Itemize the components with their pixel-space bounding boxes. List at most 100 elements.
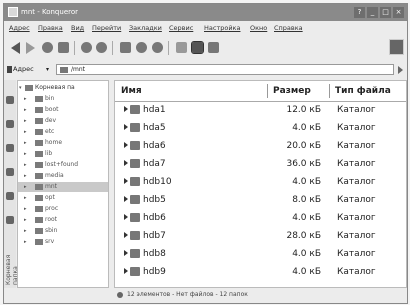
expand-icon[interactable]: ▸ [24,107,27,113]
home-icon[interactable] [58,42,69,53]
file-row[interactable]: hdb5 8.0 кБ Каталог [115,192,406,210]
column-divider[interactable] [267,84,268,98]
konqueror-window: mnt - Konqueror ? _ □ × Адрес Правка Вид… [3,3,408,304]
tree-item[interactable]: ▸ etc [18,127,108,137]
column-type[interactable]: Тип файла [335,86,391,96]
expand-icon[interactable]: ▸ [24,206,27,212]
column-divider[interactable] [329,84,330,98]
file-row[interactable]: hdb8 4.0 кБ Каталог [115,246,406,264]
services-icon[interactable] [6,168,14,176]
file-row[interactable]: hdb9 4.0 кБ Каталог [115,264,406,282]
expand-icon[interactable]: ▸ [24,239,27,245]
close-button[interactable]: × [393,7,404,18]
expand-arrow-icon[interactable] [124,178,128,184]
media-icon[interactable] [6,216,14,224]
menu-bookmarks[interactable]: Закладки [129,24,162,32]
zoom-out-icon[interactable] [152,42,163,53]
tree-item-selected[interactable]: ▸ mnt [18,182,108,192]
file-name: hda7 [143,159,166,169]
file-row[interactable]: hdb10 4.0 кБ Каталог [115,174,406,192]
up-arrow-icon[interactable] [42,42,53,53]
tree-item[interactable]: ▸ dev [18,116,108,126]
maximize-button[interactable]: □ [380,7,391,18]
expand-icon[interactable]: ▸ [24,129,27,135]
expand-icon[interactable]: ▸ [24,162,27,168]
tree-item[interactable]: ▸ proc [18,204,108,214]
expand-arrow-icon[interactable] [124,214,128,220]
app-icon[interactable] [8,7,18,17]
address-dropdown-icon[interactable]: ▾ [46,66,49,73]
menu-settings[interactable]: Настройка [204,24,240,32]
tree-item[interactable]: ▸ root [18,215,108,225]
expand-icon[interactable]: ▸ [24,118,27,124]
expand-icon[interactable]: ▸ [24,217,27,223]
minimize-button[interactable]: _ [367,7,378,18]
column-size[interactable]: Размер [273,86,311,96]
expand-arrow-icon[interactable] [124,160,128,166]
file-row[interactable]: hda7 36.0 кБ Каталог [115,156,406,174]
expand-icon[interactable]: ▸ [24,173,27,179]
file-row[interactable]: hdb6 4.0 кБ Каталог [115,210,406,228]
tree-item[interactable]: ▸ lost+found [18,160,108,170]
help-button[interactable]: ? [354,7,365,18]
menu-help[interactable]: Справка [274,24,303,32]
tree-item[interactable]: ▸ bin [18,94,108,104]
reload-icon[interactable] [81,42,92,53]
expand-arrow-icon[interactable] [124,106,128,112]
expand-icon[interactable]: ▸ [24,140,27,146]
stop-icon[interactable] [96,42,107,53]
expand-arrow-icon[interactable] [124,196,128,202]
expand-arrow-icon[interactable] [124,268,128,274]
title-bar[interactable]: mnt - Konqueror ? _ □ × [4,4,407,21]
bookmarks-icon[interactable] [6,120,14,128]
tree-item[interactable]: ▸ boot [18,105,108,115]
expand-arrow-icon[interactable] [124,124,128,130]
menu-go[interactable]: Перейти [92,24,121,32]
expand-icon[interactable]: ▸ [24,184,27,190]
delete-icon[interactable] [120,42,131,53]
back-arrow-icon[interactable] [11,42,20,54]
file-row[interactable]: hda6 20.0 кБ Каталог [115,138,406,156]
tree-item-root[interactable]: ▾ Корневая па [18,83,108,93]
tree-item[interactable]: ▸ home [18,138,108,148]
tree-item-label: root [45,216,58,223]
expand-arrow-icon[interactable] [124,232,128,238]
expand-icon[interactable]: ▸ [24,228,27,234]
column-name[interactable]: Имя [121,86,142,96]
settings-icon[interactable] [208,42,219,53]
sidebar-tab-root[interactable]: Корневая папка [5,245,19,285]
collapse-icon[interactable]: ▾ [19,85,22,91]
file-row[interactable]: hda5 4.0 кБ Каталог [115,120,406,138]
tree-item[interactable]: ▸ lib [18,149,108,159]
tree-item[interactable]: ▸ srv [18,237,108,247]
tree-item[interactable]: ▸ media [18,171,108,181]
file-name: hdb5 [143,195,166,205]
view-details-icon[interactable] [191,41,204,54]
menu-view[interactable]: Вид [71,24,84,32]
expand-arrow-icon[interactable] [124,142,128,148]
expand-icon[interactable]: ▸ [24,151,27,157]
view-mode-icon[interactable] [176,42,187,53]
address-input[interactable]: /mnt [56,64,394,75]
expand-icon[interactable]: ▸ [24,195,27,201]
zoom-in-icon[interactable] [136,42,147,53]
network-icon[interactable] [6,144,14,152]
forward-arrow-icon[interactable] [26,42,35,54]
menu-address[interactable]: Адрес [9,24,30,32]
file-row[interactable]: hda1 12.0 кБ Каталог [115,102,406,120]
file-name: hdb7 [143,231,166,241]
expand-icon[interactable]: ▸ [24,96,27,102]
go-arrow-icon[interactable] [398,66,403,74]
menu-window[interactable]: Окно [250,24,267,32]
file-list[interactable]: Имя Размер Тип файла hda1 12.0 кБ Каталог … [114,80,407,288]
home-folder-icon[interactable] [6,192,14,200]
expand-arrow-icon[interactable] [124,250,128,256]
tree-item[interactable]: ▸ opt [18,193,108,203]
history-icon[interactable] [6,96,14,104]
folder-tree[interactable]: ▾ Корневая па ▸ bin ▸ boot ▸ dev ▸ etc ▸ home… [17,80,109,288]
file-row[interactable]: hdb7 28.0 кБ Каталог [115,228,406,246]
menu-edit[interactable]: Правка [38,24,63,32]
clear-address-icon[interactable] [7,66,12,73]
menu-tools[interactable]: Сервис [169,24,193,32]
tree-item[interactable]: ▸ sbin [18,226,108,236]
